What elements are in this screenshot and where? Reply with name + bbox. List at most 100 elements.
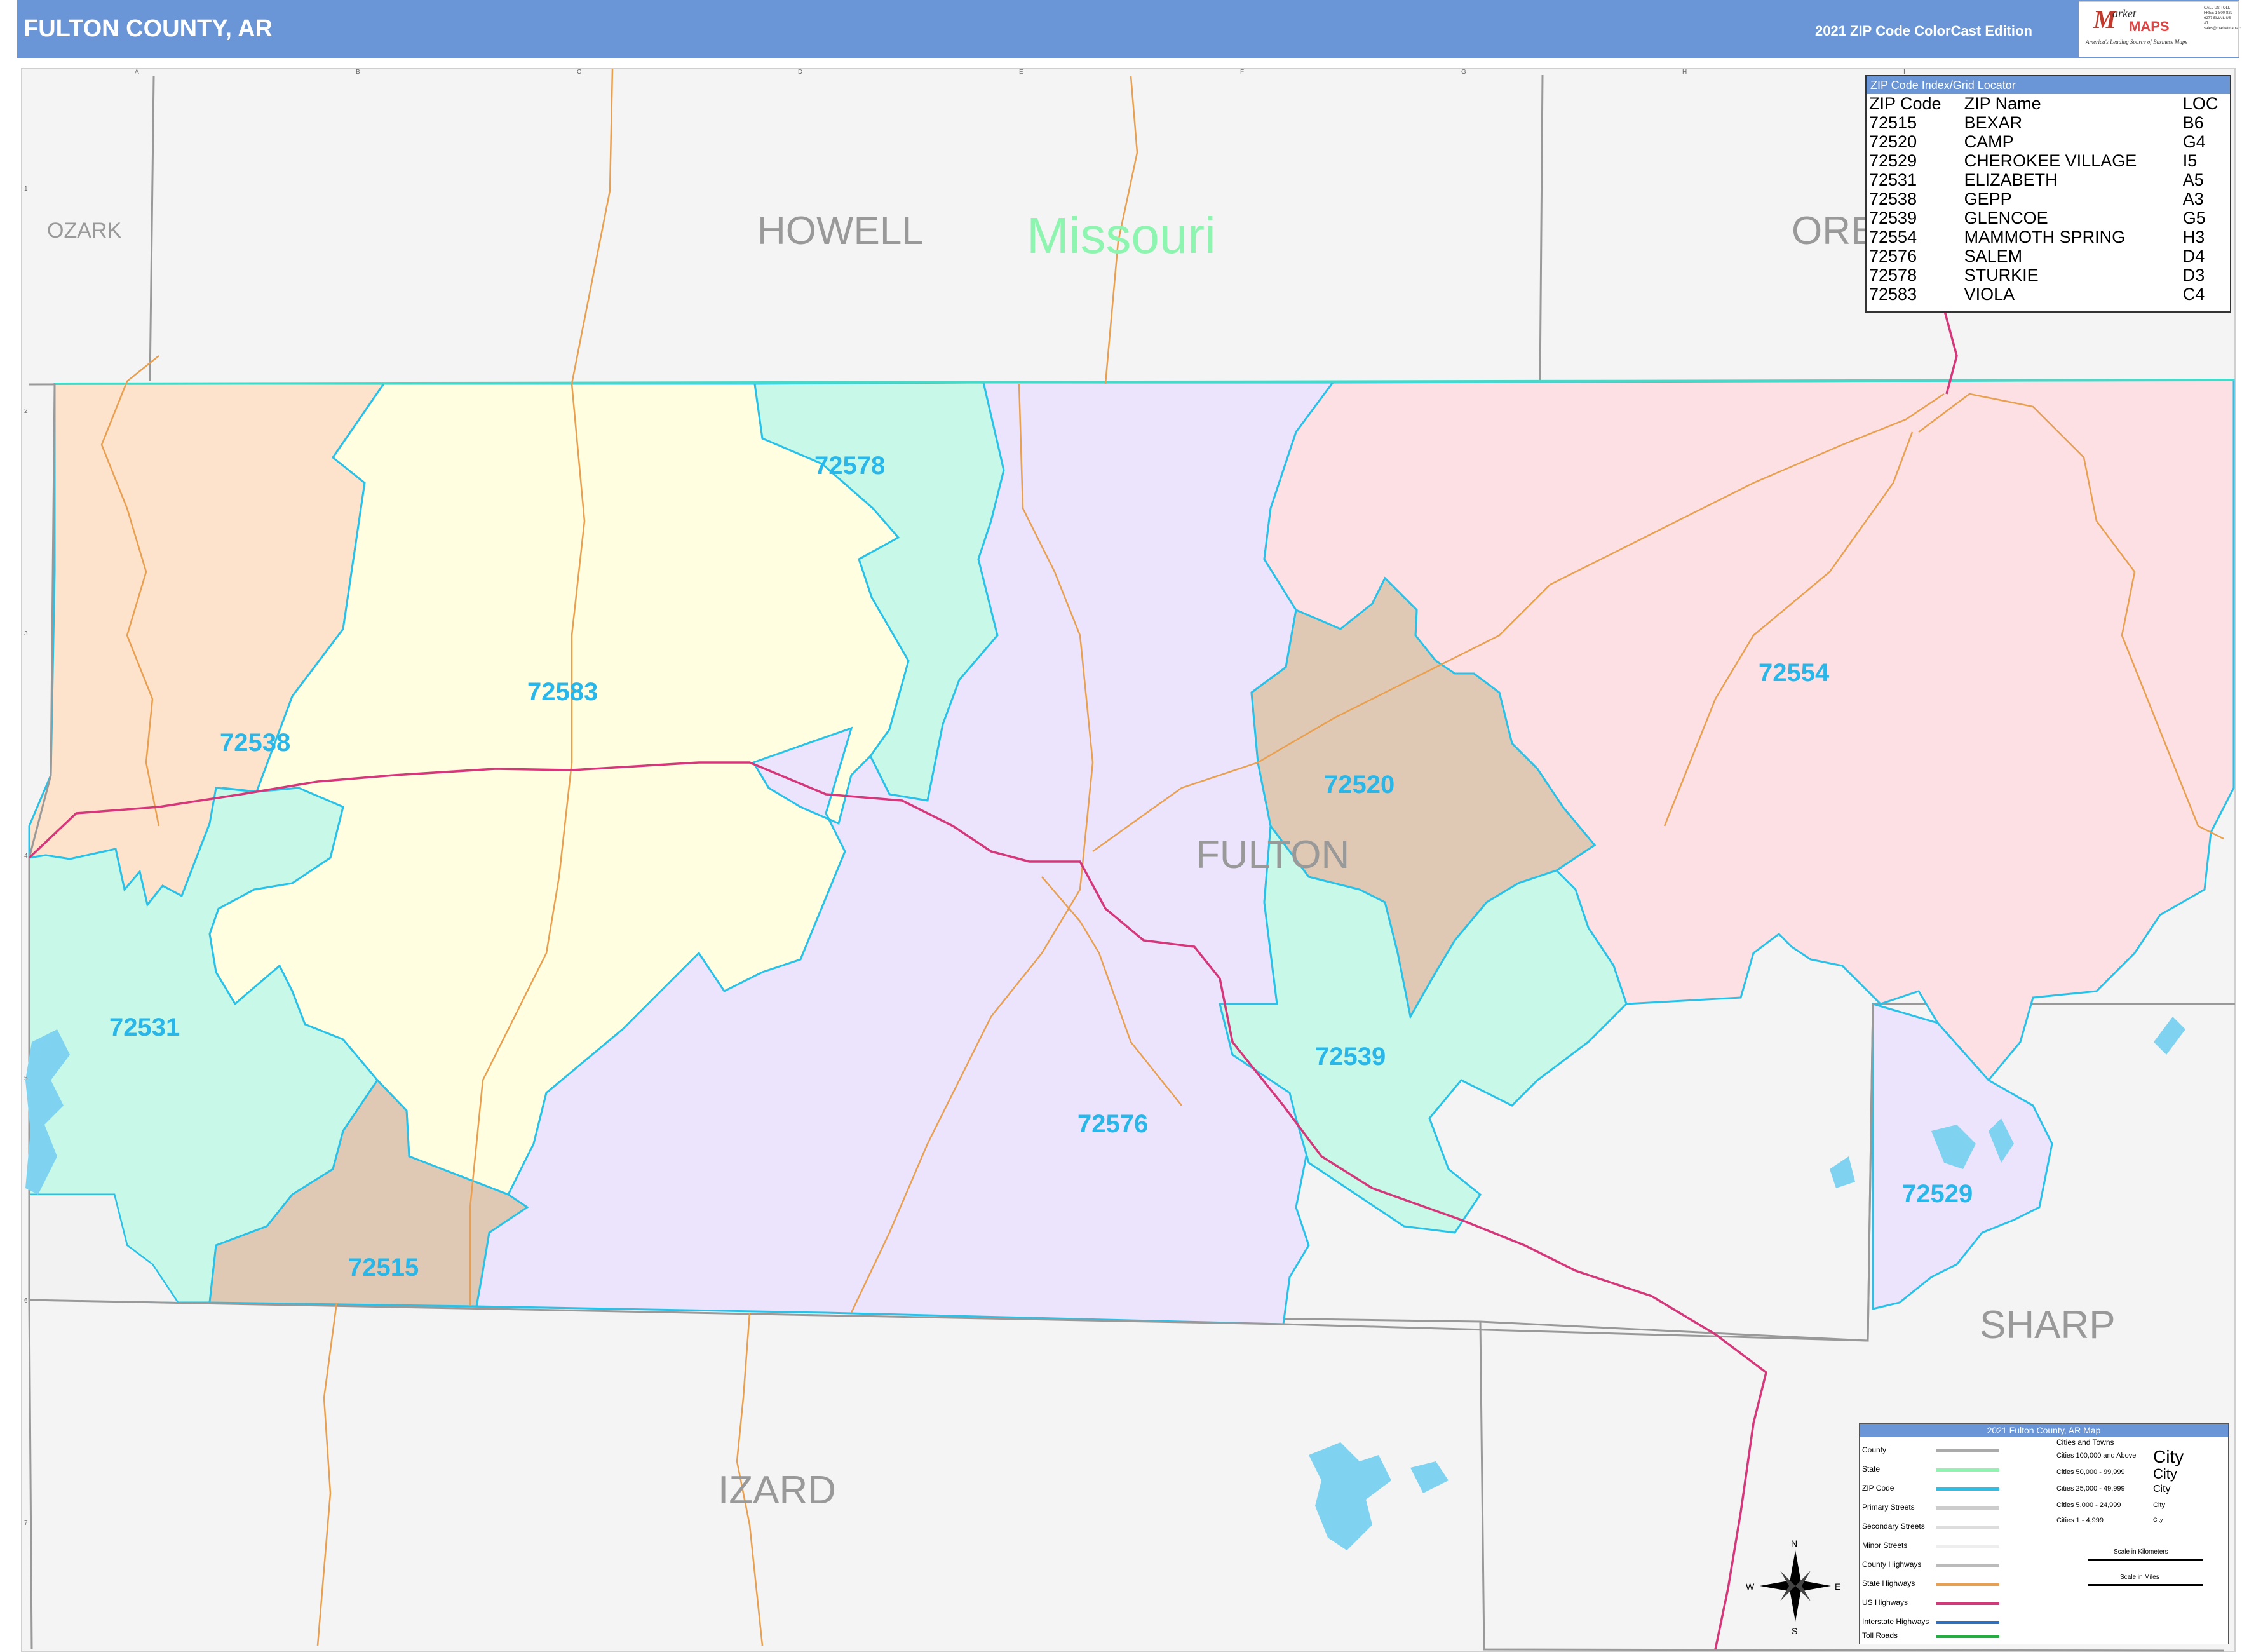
legend-label-primary: Primary Streets bbox=[1862, 1503, 1915, 1512]
legend-swatch-interstate bbox=[1936, 1621, 1999, 1624]
legend-label-secondary: Secondary Streets bbox=[1862, 1522, 1925, 1531]
zip-label-72554: 72554 bbox=[1759, 659, 1830, 687]
zip-index-row: 72515 BEXAR B6 bbox=[1867, 113, 2230, 132]
legend-swatch-county-hwy bbox=[1936, 1564, 1999, 1567]
zip-index-zip: 72576 bbox=[1869, 247, 1917, 266]
zip-label-72520: 72520 bbox=[1324, 771, 1394, 799]
legend-label-state: State bbox=[1862, 1465, 1881, 1473]
zip-index-name: CHEROKEE VILLAGE bbox=[1964, 151, 2137, 170]
zip-label-72539: 72539 bbox=[1315, 1043, 1386, 1071]
legend-swatch-state bbox=[1936, 1468, 1999, 1472]
zip-index-zip: 72531 bbox=[1869, 170, 1917, 189]
legend-scale-km: Scale in Kilometers bbox=[2114, 1548, 2168, 1555]
zip-index-zip: 72554 bbox=[1869, 227, 1917, 247]
zip-index-loc: D3 bbox=[2182, 266, 2205, 285]
zip-index-loc: G5 bbox=[2182, 208, 2206, 227]
zip-index-loc: I5 bbox=[2182, 151, 2198, 170]
zip-index-zip: 72578 bbox=[1869, 266, 1917, 285]
grid-col-e-top: E bbox=[1019, 69, 1023, 76]
zip-index-loc: A3 bbox=[2182, 189, 2204, 208]
zip-index-name: MAMMOTH SPRING bbox=[1964, 227, 2126, 247]
zip-index-name: SALEM bbox=[1964, 247, 2023, 266]
grid-col-d-top: D bbox=[798, 69, 802, 76]
zip-index-col-loc: LOC bbox=[2182, 94, 2218, 113]
legend-swatch-state-hwy bbox=[1936, 1583, 1999, 1586]
compass-n: N bbox=[1791, 1538, 1797, 1548]
legend-city-sample-3: City bbox=[2153, 1484, 2171, 1494]
county-label-oregon: ORE bbox=[1792, 209, 1877, 253]
legend-city-sample-2: City bbox=[2153, 1466, 2177, 1482]
legend-scale-mi: Scale in Miles bbox=[2120, 1574, 2159, 1581]
zip-label-72576: 72576 bbox=[1077, 1110, 1148, 1138]
zip-index-name: CAMP bbox=[1964, 132, 2014, 151]
legend-label-county-hwy: County Highways bbox=[1862, 1560, 1922, 1569]
legend-swatch-county bbox=[1936, 1449, 1999, 1452]
legend-label-minor: Minor Streets bbox=[1862, 1541, 1908, 1550]
legend-title: 2021 Fulton County, AR Map bbox=[1860, 1424, 2228, 1437]
zip-index-row: 72583 VIOLA C4 bbox=[1867, 285, 2230, 304]
legend-swatch-primary bbox=[1936, 1506, 1999, 1510]
zip-index-loc: H3 bbox=[2182, 227, 2205, 247]
grid-col-b-top: B bbox=[356, 69, 360, 76]
zip-index-row: 72529 CHEROKEE VILLAGE I5 bbox=[1867, 151, 2230, 170]
zip-index-zip: 72539 bbox=[1869, 208, 1917, 227]
grid-col-h-top: H bbox=[1682, 69, 1687, 76]
zip-index-loc: C4 bbox=[2182, 285, 2205, 304]
grid-row-4-left: 4 bbox=[24, 853, 28, 860]
zip-index-loc: D4 bbox=[2182, 247, 2205, 266]
zip-index-table: ZIP Code ZIP Name LOC 72515 BEXAR B6 72520… bbox=[1867, 94, 2230, 304]
legend-swatch-us-hwy bbox=[1936, 1602, 1999, 1605]
zip-index-row: 72576 SALEM D4 bbox=[1867, 247, 2230, 266]
legend-label-county: County bbox=[1862, 1446, 1887, 1454]
state-label-missouri: Missouri bbox=[1027, 207, 1216, 264]
grid-row-2-left: 2 bbox=[24, 408, 28, 415]
grid-col-f-top: F bbox=[1240, 69, 1244, 76]
zip-label-72538: 72538 bbox=[220, 729, 290, 757]
legend-scale-mi-bar bbox=[2088, 1584, 2203, 1586]
zip-index-header-row: ZIP Code ZIP Name LOC bbox=[1867, 94, 2230, 113]
zip-index-row: 72554 MAMMOTH SPRING H3 bbox=[1867, 227, 2230, 247]
zip-index-row: 72539 GLENCOE G5 bbox=[1867, 208, 2230, 227]
legend-city-sample-4: City bbox=[2153, 1501, 2165, 1509]
compass-e: E bbox=[1835, 1581, 1840, 1592]
county-label-ozark: OZARK bbox=[47, 219, 121, 243]
zip-index-name: ELIZABETH bbox=[1964, 170, 2058, 189]
zip-index-zip: 72520 bbox=[1869, 132, 1917, 151]
zip-index-col-name: ZIP Name bbox=[1964, 94, 2041, 113]
county-label-izard: IZARD bbox=[718, 1468, 836, 1512]
county-label-sharp: SHARP bbox=[1980, 1303, 2116, 1347]
legend-city-range-5: Cities 1 - 4,999 bbox=[2056, 1517, 2104, 1524]
zip-index-zip: 72583 bbox=[1869, 285, 1917, 304]
zip-index-loc: A5 bbox=[2182, 170, 2204, 189]
legend-label-zip: ZIP Code bbox=[1862, 1484, 1894, 1493]
zip-index-col-zip: ZIP Code bbox=[1869, 94, 1941, 113]
zip-index-zip: 72515 bbox=[1869, 113, 1917, 132]
legend-cities-title: Cities and Towns bbox=[2056, 1438, 2114, 1447]
zip-code-index: ZIP Code Index/Grid Locator ZIP Code ZIP… bbox=[1865, 75, 2231, 313]
legend-city-range-4: Cities 5,000 - 24,999 bbox=[2056, 1501, 2121, 1509]
zip-index-name: BEXAR bbox=[1964, 113, 2023, 132]
legend-label-state-hwy: State Highways bbox=[1862, 1579, 1915, 1588]
grid-row-3-left: 3 bbox=[24, 630, 28, 637]
zip-label-72515: 72515 bbox=[348, 1254, 419, 1282]
zip-index-row: 72520 CAMP G4 bbox=[1867, 132, 2230, 151]
zip-index-zip: 72538 bbox=[1869, 189, 1917, 208]
legend-swatch-minor bbox=[1936, 1545, 1999, 1548]
county-label-howell: HOWELL bbox=[757, 209, 924, 253]
grid-row-5-left: 5 bbox=[24, 1075, 28, 1082]
zip-index-row: 72538 GEPP A3 bbox=[1867, 189, 2230, 208]
zip-index-row: 72531 ELIZABETH A5 bbox=[1867, 170, 2230, 189]
zip-index-name: STURKIE bbox=[1964, 266, 2039, 285]
zip-index-name: GEPP bbox=[1964, 189, 2012, 208]
legend-city-range-2: Cities 50,000 - 99,999 bbox=[2056, 1468, 2125, 1476]
compass-s: S bbox=[1792, 1626, 1797, 1636]
grid-col-c-top: C bbox=[577, 69, 581, 76]
legend-label-interstate: Interstate Highways bbox=[1862, 1617, 1929, 1626]
map-legend: 2021 Fulton County, AR Map County State … bbox=[1859, 1423, 2229, 1644]
zip-label-72529: 72529 bbox=[1902, 1180, 1973, 1208]
legend-swatch-secondary bbox=[1936, 1526, 1999, 1529]
legend-label-toll: Toll Roads bbox=[1862, 1631, 1898, 1640]
zip-index-loc: G4 bbox=[2182, 132, 2206, 151]
zip-label-72583: 72583 bbox=[527, 678, 598, 706]
grid-col-g-top: G bbox=[1461, 69, 1466, 76]
